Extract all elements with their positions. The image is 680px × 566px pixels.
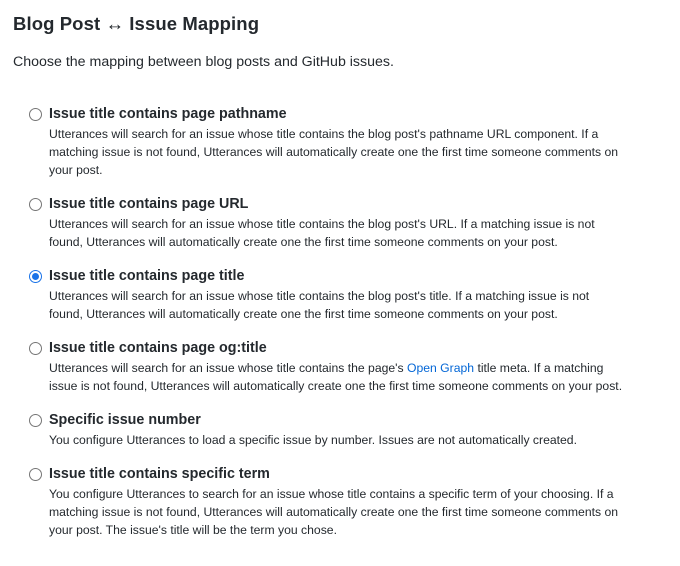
help-line: your post. — [49, 163, 103, 177]
help-text-after-link: title meta. If a matching — [474, 361, 604, 375]
help-line: Utterances will search for an issue whos… — [49, 127, 599, 141]
option-label[interactable]: Issue title contains page URL — [49, 194, 248, 214]
open-graph-link[interactable]: Open Graph — [407, 361, 474, 375]
option-help: Utterances will search for an issue whos… — [49, 125, 661, 179]
radio-specific-term[interactable] — [29, 468, 42, 481]
option-label[interactable]: Issue title contains page pathname — [49, 104, 287, 124]
option-label[interactable]: Issue title contains page title — [49, 266, 244, 286]
help-line: issue is not found, Utterances will auto… — [49, 379, 623, 393]
help-line: Utterances will search for an issue whos… — [49, 217, 595, 231]
option-label[interactable]: Issue title contains specific term — [49, 464, 270, 484]
help-line: found, Utterances will automatically cre… — [49, 307, 558, 321]
help-line: You configure Utterances to load a speci… — [49, 433, 577, 447]
help-line: found, Utterances will automatically cre… — [49, 235, 558, 249]
radio-url[interactable] — [29, 198, 42, 211]
option-help: You configure Utterances to search for a… — [49, 485, 661, 539]
option-help: Utterances will search for an issue whos… — [49, 359, 661, 395]
option-help: You configure Utterances to load a speci… — [49, 431, 661, 449]
section-description: Choose the mapping between blog posts an… — [13, 54, 394, 70]
section-title: Blog Post ↔ Issue Mapping — [13, 13, 260, 34]
radio-og-title[interactable] — [29, 342, 42, 355]
help-line: You configure Utterances to search for a… — [49, 487, 614, 501]
option-label[interactable]: Specific issue number — [49, 410, 201, 430]
radio-title[interactable] — [29, 270, 42, 283]
help-text-before-link: Utterances will search for an issue whos… — [49, 361, 407, 375]
option-help: Utterances will search for an issue whos… — [49, 215, 661, 251]
radio-pathname[interactable] — [29, 108, 42, 121]
help-line: your post. The issue's title will be the… — [49, 523, 337, 537]
radio-issue-number[interactable] — [29, 414, 42, 427]
option-help: Utterances will search for an issue whos… — [49, 287, 661, 323]
option-label[interactable]: Issue title contains page og:title — [49, 338, 267, 358]
help-line: Utterances will search for an issue whos… — [49, 289, 590, 303]
help-line: matching issue is not found, Utterances … — [49, 145, 619, 159]
help-line: matching issue is not found, Utterances … — [49, 505, 619, 519]
help-line: Utterances will search for an issue whos… — [49, 359, 661, 377]
